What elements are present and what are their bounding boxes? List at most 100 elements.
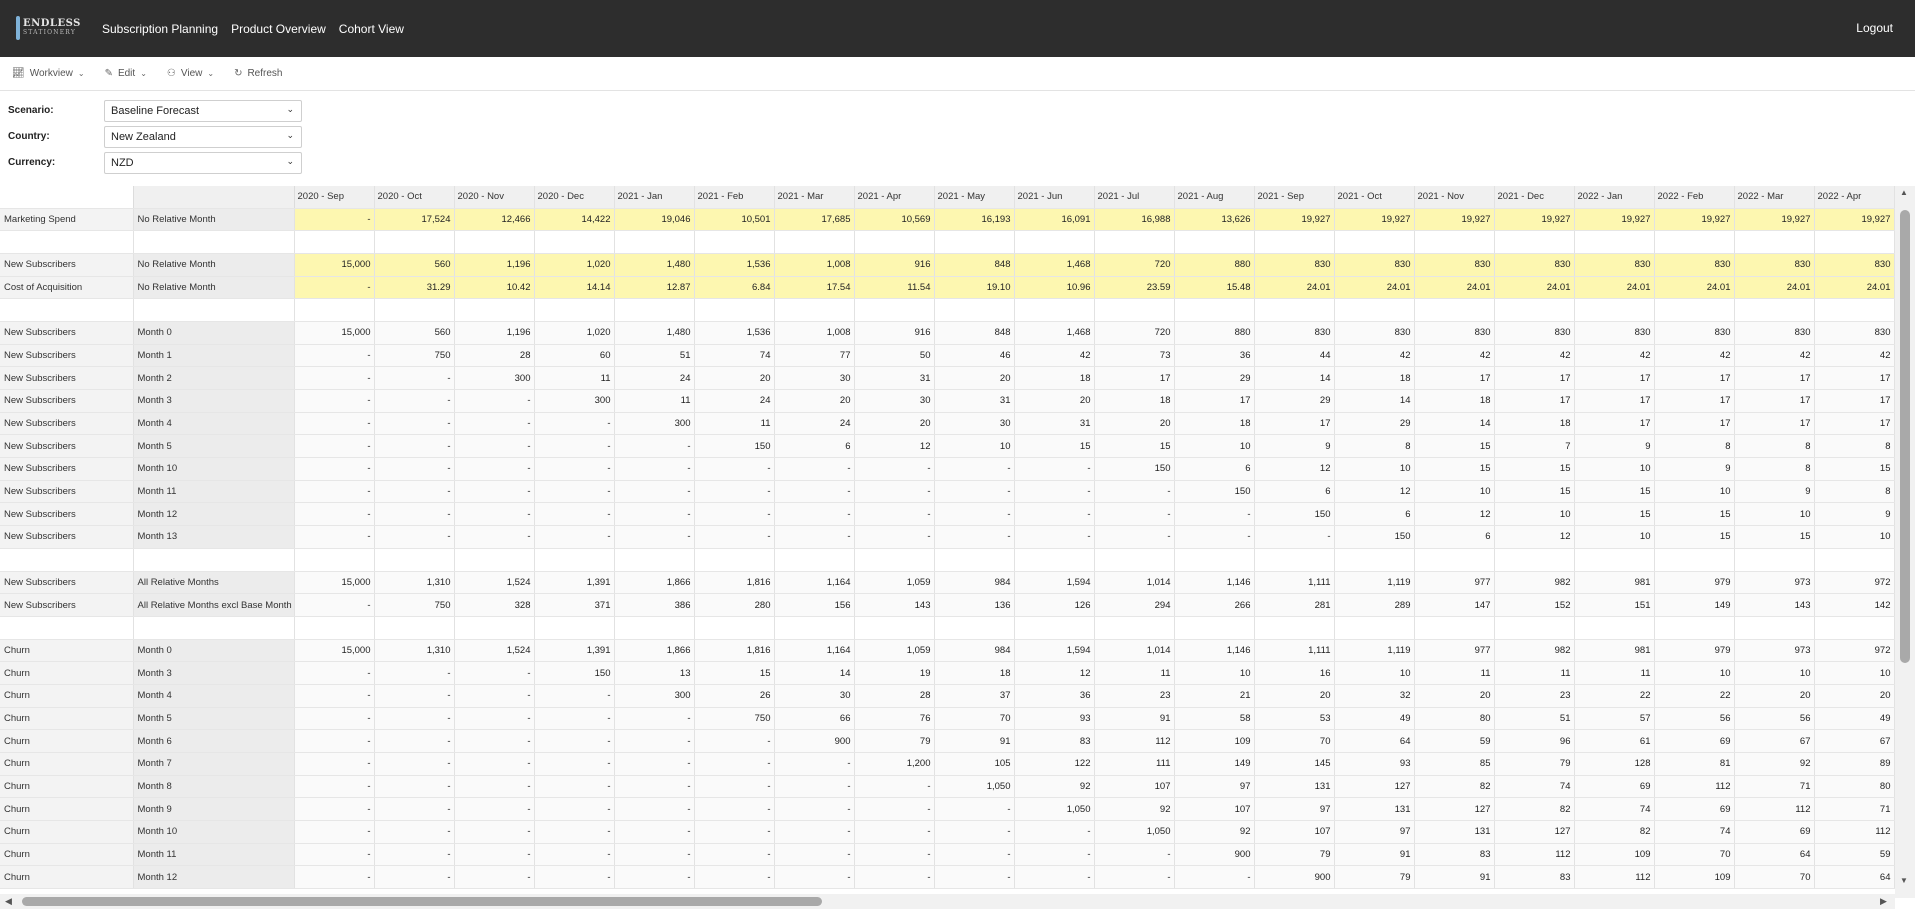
value-cell[interactable]: 76 xyxy=(854,707,935,731)
value-cell[interactable]: 18 xyxy=(1094,389,1175,413)
column-header[interactable]: 2020 - Nov xyxy=(454,186,535,209)
nav-product-overview[interactable]: Product Overview xyxy=(231,22,326,36)
value-cell[interactable]: 1,119 xyxy=(1334,639,1415,663)
value-cell[interactable]: 109 xyxy=(1174,729,1255,753)
column-header[interactable]: 2021 - Jul xyxy=(1094,186,1175,209)
value-cell[interactable]: - xyxy=(774,525,855,549)
row-relative-month-cell[interactable]: Month 8 xyxy=(133,775,295,799)
value-cell[interactable]: 9 xyxy=(1574,434,1655,459)
value-cell[interactable] xyxy=(294,230,375,254)
value-cell[interactable]: - xyxy=(294,457,375,481)
value-cell[interactable]: - xyxy=(454,502,535,527)
value-cell[interactable]: 300 xyxy=(614,412,695,436)
value-cell[interactable]: 42 xyxy=(1014,344,1095,368)
value-cell[interactable]: 750 xyxy=(694,707,775,731)
value-cell[interactable]: 8 xyxy=(1334,434,1415,459)
value-cell[interactable] xyxy=(854,298,935,322)
value-cell[interactable]: 830 xyxy=(1654,321,1735,345)
value-cell[interactable]: 19,927 xyxy=(1494,208,1575,232)
value-cell[interactable]: 12 xyxy=(854,434,935,459)
value-cell[interactable]: 30 xyxy=(774,684,855,708)
value-cell[interactable]: 10 xyxy=(934,434,1015,459)
row-measure-cell[interactable]: Churn xyxy=(0,729,134,753)
value-cell[interactable]: 15 xyxy=(1734,525,1815,549)
value-cell[interactable]: 830 xyxy=(1734,253,1815,277)
row-measure-cell[interactable]: Churn xyxy=(0,797,134,822)
value-cell[interactable]: 10 xyxy=(1174,661,1255,685)
value-cell[interactable]: 31 xyxy=(854,366,935,390)
value-cell[interactable]: 20 xyxy=(694,366,775,390)
value-cell[interactable]: 14,422 xyxy=(534,208,615,232)
value-cell[interactable]: 979 xyxy=(1654,571,1735,595)
value-cell[interactable]: - xyxy=(454,434,535,459)
row-relative-month-cell[interactable]: Month 6 xyxy=(133,729,295,753)
row-relative-month-cell[interactable]: Month 12 xyxy=(133,865,295,890)
value-cell[interactable] xyxy=(1094,298,1175,322)
value-cell[interactable]: 64 xyxy=(1334,729,1415,753)
value-cell[interactable] xyxy=(854,616,935,640)
row-measure-cell[interactable]: Churn xyxy=(0,707,134,731)
value-cell[interactable]: 1,524 xyxy=(454,639,535,663)
value-cell[interactable]: - xyxy=(294,434,375,459)
value-cell[interactable]: 16,193 xyxy=(934,208,1015,232)
value-cell[interactable]: 1,111 xyxy=(1254,639,1335,663)
value-cell[interactable] xyxy=(374,230,455,254)
value-cell[interactable]: 17,685 xyxy=(774,208,855,232)
row-measure-cell[interactable]: Churn xyxy=(0,684,134,708)
value-cell[interactable]: 900 xyxy=(1174,843,1255,867)
value-cell[interactable]: 1,200 xyxy=(854,752,935,776)
value-cell[interactable]: 9 xyxy=(1654,457,1735,481)
value-cell[interactable]: - xyxy=(294,412,375,436)
value-cell[interactable]: - xyxy=(614,525,695,549)
horizontal-scrollbar[interactable]: ◀ ▶ xyxy=(0,894,1895,909)
row-measure-cell[interactable]: New Subscribers xyxy=(0,321,134,345)
value-cell[interactable]: - xyxy=(534,797,615,822)
value-cell[interactable]: - xyxy=(1094,865,1175,890)
value-cell[interactable]: - xyxy=(374,434,455,459)
column-header[interactable]: 2021 - Nov xyxy=(1414,186,1495,209)
value-cell[interactable]: 14 xyxy=(1254,366,1335,390)
value-cell[interactable]: - xyxy=(1094,480,1175,504)
value-cell[interactable]: - xyxy=(1014,502,1095,527)
value-cell[interactable]: 830 xyxy=(1254,321,1335,345)
value-cell[interactable]: 29 xyxy=(1334,412,1415,436)
value-cell[interactable] xyxy=(294,616,375,640)
value-cell[interactable]: - xyxy=(374,412,455,436)
nav-cohort-view[interactable]: Cohort View xyxy=(339,22,404,36)
value-cell[interactable]: 972 xyxy=(1814,571,1895,595)
value-cell[interactable]: - xyxy=(534,707,615,731)
value-cell[interactable] xyxy=(1574,548,1655,572)
value-cell[interactable]: 560 xyxy=(374,253,455,277)
value-cell[interactable]: 15 xyxy=(1014,434,1095,459)
scroll-left-arrow-icon[interactable]: ◀ xyxy=(5,896,12,907)
column-header[interactable]: 2021 - Dec xyxy=(1494,186,1575,209)
value-cell[interactable]: - xyxy=(534,843,615,867)
value-cell[interactable]: 982 xyxy=(1494,639,1575,663)
value-cell[interactable]: - xyxy=(534,820,615,844)
value-cell[interactable]: 1,146 xyxy=(1174,571,1255,595)
value-cell[interactable]: 982 xyxy=(1494,571,1575,595)
row-relative-month-cell[interactable]: Month 9 xyxy=(133,797,295,822)
value-cell[interactable]: 19,927 xyxy=(1334,208,1415,232)
value-cell[interactable]: - xyxy=(454,525,535,549)
value-cell[interactable]: 1,594 xyxy=(1014,639,1095,663)
value-cell[interactable]: - xyxy=(454,684,535,708)
row-relative-month-cell[interactable]: Month 10 xyxy=(133,820,295,844)
value-cell[interactable] xyxy=(1734,298,1815,322)
value-cell[interactable]: 9 xyxy=(1254,434,1335,459)
value-cell[interactable]: 127 xyxy=(1494,820,1575,844)
value-cell[interactable]: 17 xyxy=(1094,366,1175,390)
value-cell[interactable]: 24.01 xyxy=(1814,276,1895,300)
value-cell[interactable] xyxy=(1174,548,1255,572)
value-cell[interactable]: 143 xyxy=(854,593,935,617)
value-cell[interactable]: 720 xyxy=(1094,321,1175,345)
value-cell[interactable]: 19 xyxy=(854,661,935,685)
row-relative-month-cell[interactable]: Month 5 xyxy=(133,434,295,459)
value-cell[interactable]: 10 xyxy=(1814,525,1895,549)
row-measure-cell[interactable]: Churn xyxy=(0,639,134,663)
value-cell[interactable]: 17 xyxy=(1734,366,1815,390)
column-header[interactable]: 2021 - Oct xyxy=(1334,186,1415,209)
row-relative-month-cell[interactable] xyxy=(133,230,295,254)
value-cell[interactable]: 112 xyxy=(1574,865,1655,890)
value-cell[interactable]: 1,020 xyxy=(534,253,615,277)
